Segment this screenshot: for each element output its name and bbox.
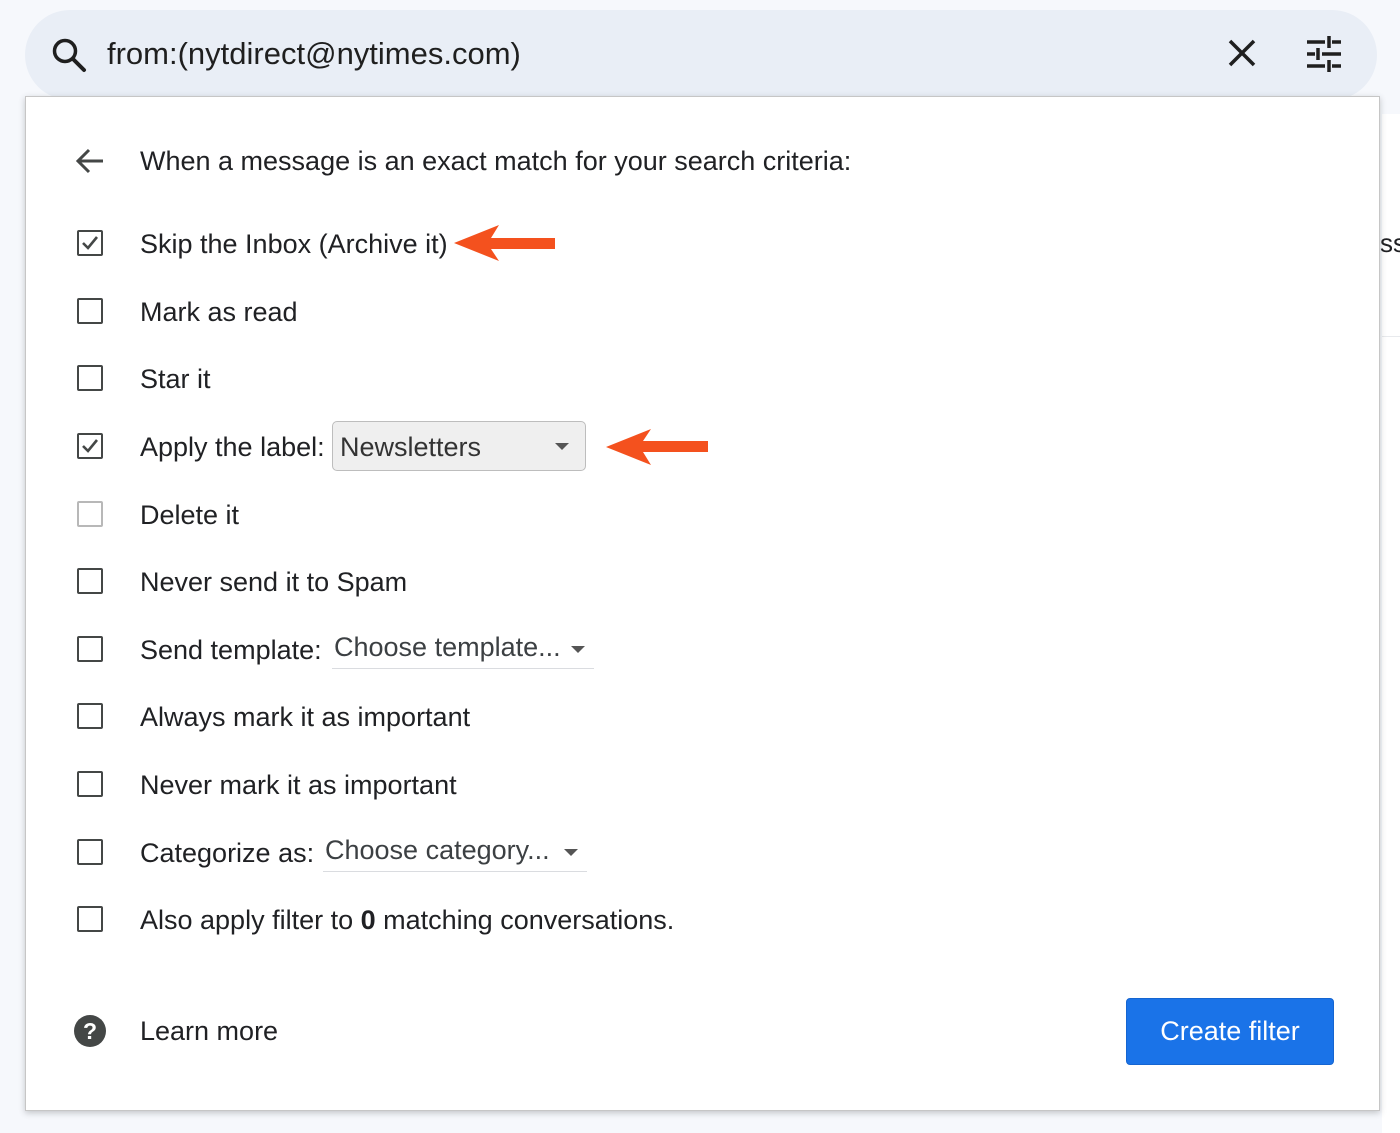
tune-icon[interactable] — [1305, 35, 1343, 73]
background-divider — [1382, 336, 1400, 337]
checkbox-never-important[interactable] — [77, 771, 103, 797]
svg-text:?: ? — [83, 1018, 97, 1044]
create-filter-button[interactable]: Create filter — [1126, 998, 1334, 1065]
option-label: Apply the label: — [140, 432, 325, 462]
option-label: Mark as read — [140, 297, 298, 327]
back-arrow-icon[interactable] — [74, 145, 106, 177]
option-label: Skip the Inbox (Archive it) — [140, 229, 448, 259]
annotation-arrow-icon — [454, 225, 555, 261]
help-icon[interactable]: ? — [73, 1014, 107, 1048]
option-label: Send template: — [140, 635, 322, 665]
option-label-suffix: matching conversations. — [375, 905, 675, 935]
checkbox-mark-as-read[interactable] — [77, 298, 103, 324]
category-select[interactable]: Choose category... — [323, 829, 587, 872]
learn-more-link[interactable]: Learn more — [140, 1013, 278, 1049]
checkbox-delete-it — [77, 501, 103, 527]
search-icon[interactable] — [50, 36, 88, 74]
matching-count: 0 — [360, 905, 376, 935]
checkbox-never-spam[interactable] — [77, 568, 103, 594]
annotation-arrow-icon — [606, 429, 708, 465]
option-label: Delete it — [140, 500, 240, 530]
checkbox-categorize[interactable] — [77, 839, 103, 865]
chevron-down-icon — [571, 646, 585, 653]
option-label-prefix: Also apply filter to — [140, 905, 361, 935]
option-label: Categorize as: — [140, 838, 315, 868]
chevron-down-icon — [564, 849, 578, 856]
panel-header: When a message is an exact match for you… — [140, 146, 852, 176]
checkbox-skip-inbox[interactable] — [77, 230, 103, 256]
chevron-down-icon — [555, 443, 569, 450]
option-label: Always mark it as important — [140, 702, 471, 732]
label-select-value: Newsletters — [340, 432, 482, 462]
checkbox-always-important[interactable] — [77, 703, 103, 729]
checkbox-apply-label[interactable] — [77, 433, 103, 459]
option-label: Never mark it as important — [140, 770, 457, 800]
checkbox-send-template[interactable] — [77, 636, 103, 662]
checkmark-icon — [82, 439, 99, 453]
checkmark-icon — [82, 236, 99, 250]
close-icon[interactable] — [1225, 36, 1259, 70]
background-partial-text: ss — [1380, 228, 1400, 258]
template-select-value: Choose template... — [334, 632, 561, 662]
template-select[interactable]: Choose template... — [332, 626, 594, 669]
option-label: Star it — [140, 364, 211, 394]
option-label: Never send it to Spam — [140, 567, 408, 597]
option-label: Also apply filter to 0 matching conversa… — [140, 902, 674, 938]
category-select-value: Choose category... — [325, 835, 550, 865]
checkbox-star-it[interactable] — [77, 365, 103, 391]
checkbox-apply-existing[interactable] — [77, 906, 103, 932]
search-input[interactable]: from:(nytdirect@nytimes.com) — [107, 34, 521, 74]
label-select[interactable]: Newsletters — [332, 421, 586, 471]
background-inbox-edge: ss — [1380, 114, 1400, 1133]
